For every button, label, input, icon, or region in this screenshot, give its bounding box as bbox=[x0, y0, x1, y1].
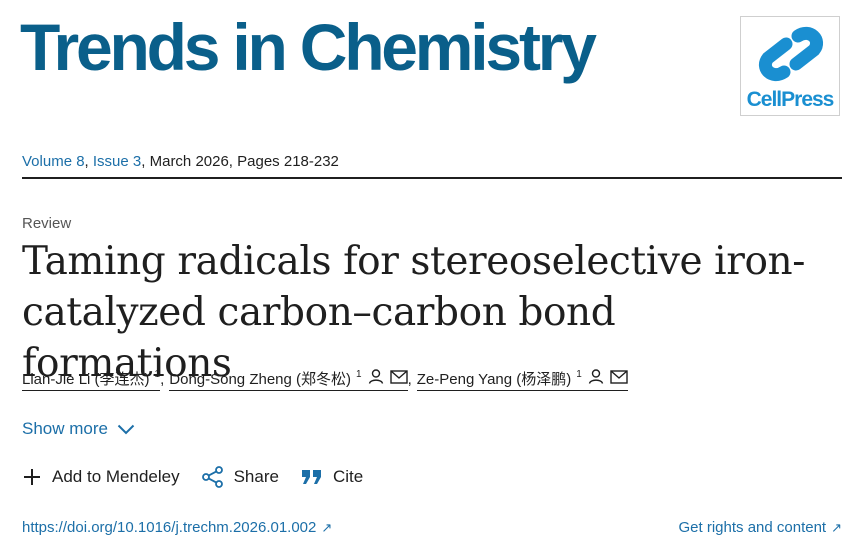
envelope-icon bbox=[389, 369, 408, 388]
issue-info: Volume 8, Issue 3, March 2026, Pages 218… bbox=[22, 153, 339, 170]
chevron-down-icon bbox=[117, 424, 135, 434]
author-affiliation: 1 bbox=[154, 369, 161, 380]
share-button[interactable]: Share bbox=[201, 466, 279, 488]
cellpress-logo[interactable]: CellPress bbox=[740, 16, 840, 116]
article-actions: Add to Mendeley Share Cite bbox=[22, 466, 385, 488]
author-separator: , bbox=[407, 371, 412, 388]
footer-links: https://doi.org/10.1016/j.trechm.2026.01… bbox=[22, 519, 842, 536]
issue-date-pages: , March 2026, Pages 218-232 bbox=[141, 153, 339, 170]
author-affiliation: 1 bbox=[576, 369, 582, 380]
rights-link[interactable]: Get rights and content ↗ bbox=[679, 519, 843, 536]
volume-link[interactable]: Volume 8 bbox=[22, 153, 85, 170]
author-link[interactable]: Ze-Peng Yang (杨泽鹏) 1 bbox=[416, 368, 628, 391]
show-more-button[interactable]: Show more bbox=[22, 419, 135, 439]
issue-link[interactable]: Issue 3 bbox=[93, 153, 141, 170]
external-link-icon: ↗ bbox=[831, 520, 842, 535]
external-link-icon: ↗ bbox=[321, 520, 333, 535]
issue-separator: , bbox=[84, 153, 93, 170]
author-name: Dong-Song Zheng (郑冬松) bbox=[169, 371, 352, 388]
author-name: Ze-Peng Yang (杨泽鹏) bbox=[416, 371, 572, 388]
show-more-label: Show more bbox=[22, 419, 108, 438]
envelope-icon bbox=[610, 369, 628, 388]
article-title: Taming radicals for stereoselective iron… bbox=[22, 239, 806, 386]
cite-label: Cite bbox=[332, 467, 364, 486]
journal-title[interactable]: Trends in Chemistry bbox=[20, 4, 597, 90]
article-type: Review bbox=[22, 215, 72, 232]
cite-button[interactable]: Cite bbox=[301, 467, 363, 487]
doi-text: https://doi.org/10.1016/j.trechm.2026.01… bbox=[22, 519, 317, 536]
header-divider bbox=[22, 177, 842, 179]
share-icon bbox=[201, 466, 223, 488]
author-affiliation: 1 bbox=[356, 369, 362, 380]
doi-link[interactable]: https://doi.org/10.1016/j.trechm.2026.01… bbox=[22, 519, 332, 536]
rights-text: Get rights and content bbox=[678, 519, 827, 536]
author-list: Lian-Jie Li (李连杰) 1 , Dong-Song Zheng (郑… bbox=[22, 368, 628, 391]
add-to-mendeley-button[interactable]: Add to Mendeley bbox=[22, 467, 180, 487]
person-icon bbox=[368, 369, 384, 388]
plus-icon bbox=[24, 469, 40, 485]
author-link[interactable]: Lian-Jie Li (李连杰) 1 bbox=[22, 368, 161, 391]
author-name: Lian-Jie Li (李连杰) bbox=[22, 371, 150, 388]
person-icon bbox=[588, 369, 604, 388]
share-label: Share bbox=[233, 467, 279, 486]
quote-icon bbox=[301, 470, 321, 484]
author-separator: , bbox=[160, 371, 165, 388]
author-link[interactable]: Dong-Song Zheng (郑冬松) 1 bbox=[169, 368, 408, 391]
add-to-mendeley-label: Add to Mendeley bbox=[52, 467, 180, 486]
cellpress-mark-icon bbox=[758, 26, 824, 82]
cellpress-logo-text: CellPress bbox=[746, 88, 835, 111]
